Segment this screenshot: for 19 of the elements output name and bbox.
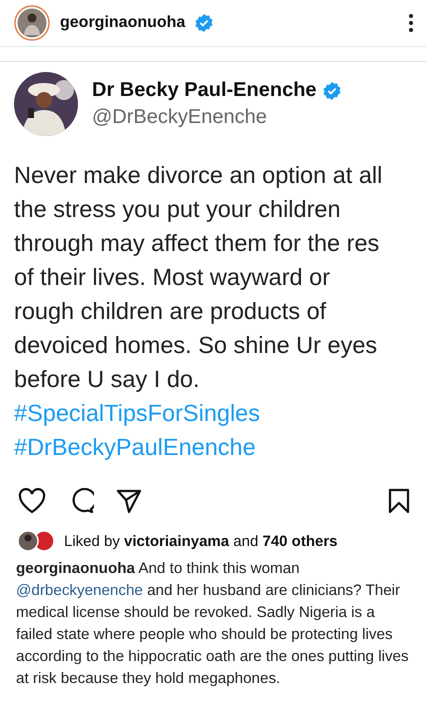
heart-icon[interactable] <box>18 488 46 514</box>
liker-avatars <box>16 530 56 552</box>
more-options-icon[interactable] <box>408 13 414 33</box>
tweet-text: before U say I do. <box>14 365 200 394</box>
send-icon[interactable] <box>116 488 142 514</box>
username[interactable]: georginaonuoha <box>60 14 186 32</box>
caption-text: georginaonuoha And to think this woman @drbeckyenenche and her husband are clinicians? Their medical license should be revoked. Sadly Nigeria is a failed state where people who should be protecting lives according to the hippocratic oath are the ones putting lives at risk because they hold megaphones. <box>16 559 410 689</box>
author-name: Dr Becky Paul-Enenche <box>92 79 317 102</box>
tweet-text: rough children are products of <box>14 297 328 326</box>
bookmark-icon[interactable] <box>388 488 410 514</box>
likes-text[interactable]: Liked by victoriainyama and 740 others <box>64 532 338 550</box>
tweet-text: through may affect them for the res <box>14 229 380 258</box>
tweet-text: of their lives. Most wayward or <box>14 263 332 292</box>
tweet-text: the stress you put your children <box>14 195 342 224</box>
avatar[interactable] <box>14 5 50 41</box>
tweet-text: Never make divorce an option at all <box>14 161 384 190</box>
tweet-text: devoiced homes. So shine Ur eyes <box>14 331 378 360</box>
mention-link[interactable]: @drbeckyenenche <box>16 582 143 599</box>
author-handle: @DrBeckyEnenche <box>92 106 268 129</box>
